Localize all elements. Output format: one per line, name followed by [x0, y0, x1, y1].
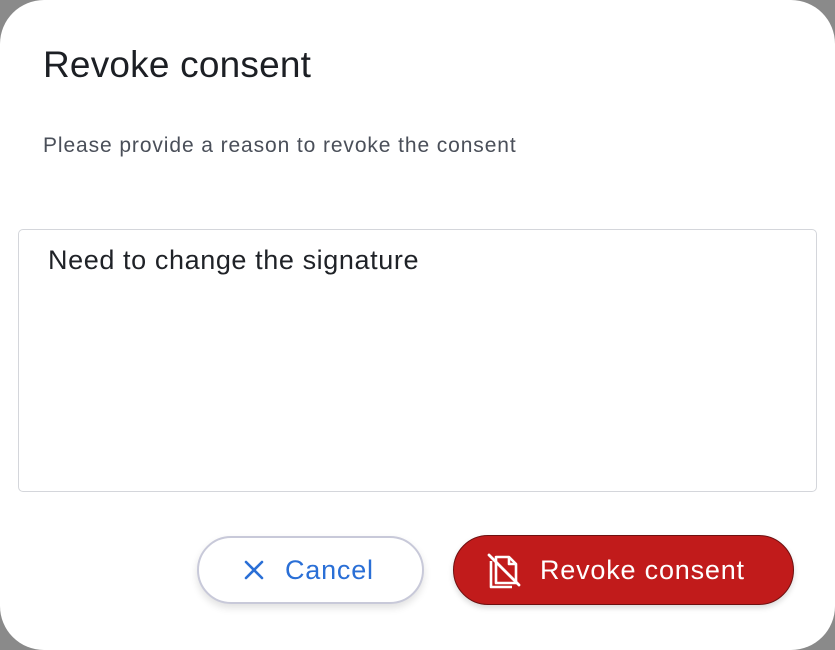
- revoke-consent-dialog: Revoke consent Please provide a reason t…: [0, 0, 835, 650]
- cancel-button-label: Cancel: [285, 554, 374, 585]
- revoke-consent-button-label: Revoke consent: [540, 554, 745, 585]
- reason-textarea[interactable]: Need to change the signature: [18, 229, 817, 492]
- document-off-icon: [485, 551, 523, 589]
- close-icon: [243, 559, 265, 581]
- dialog-subtitle: Please provide a reason to revoke the co…: [43, 134, 517, 157]
- revoke-consent-button[interactable]: Revoke consent: [453, 535, 794, 605]
- dialog-title: Revoke consent: [43, 44, 312, 85]
- cancel-button[interactable]: Cancel: [197, 536, 424, 604]
